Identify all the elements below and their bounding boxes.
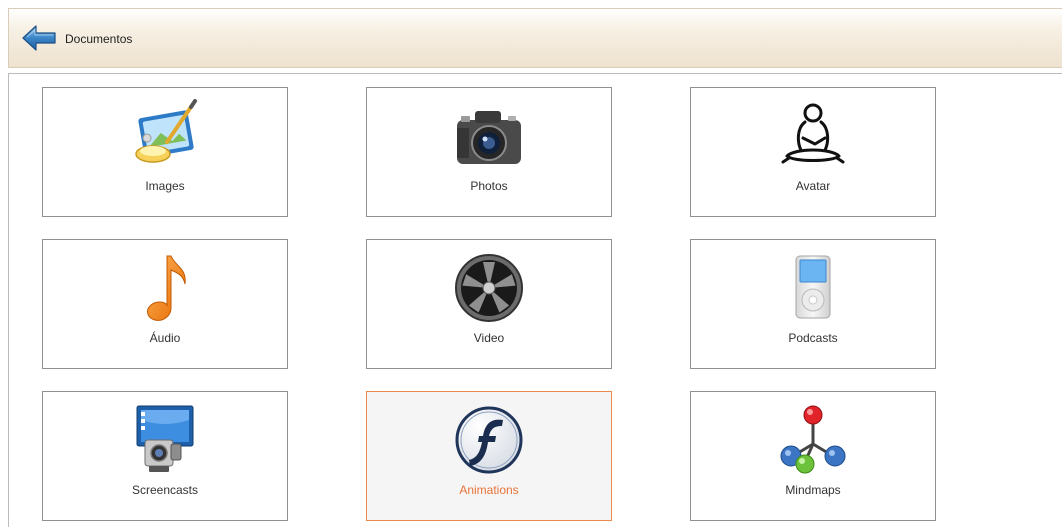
tile-label: Video (473, 331, 505, 345)
tile-avatar[interactable]: Avatar (690, 87, 936, 217)
tile-label: Áudio (149, 331, 181, 345)
back-button[interactable] (21, 24, 57, 52)
screencast-camera-icon (127, 402, 203, 478)
tile-label: Animations (459, 483, 519, 497)
tile-label: Avatar (795, 179, 831, 193)
film-reel-icon (451, 250, 527, 326)
tile-label: Images (145, 179, 185, 193)
tile-mindmaps[interactable]: Mindmaps (690, 391, 936, 521)
image-editor-icon (127, 98, 203, 174)
mindmap-icon (775, 402, 851, 478)
tile-animations[interactable]: Animations (366, 391, 612, 521)
tile-photos[interactable]: Photos (366, 87, 612, 217)
page-title: Documentos (65, 32, 133, 46)
tile-podcasts[interactable]: Podcasts (690, 239, 936, 369)
header-bar: Documentos (8, 8, 1062, 68)
tile-label: Photos (470, 179, 508, 193)
tile-label: Screencasts (131, 483, 199, 497)
ipod-icon (775, 250, 851, 326)
tile-video[interactable]: Video (366, 239, 612, 369)
tile-images[interactable]: Images (42, 87, 288, 217)
camera-icon (451, 98, 527, 174)
tile-label: Mindmaps (785, 483, 841, 497)
back-arrow-icon[interactable] (21, 24, 57, 52)
tile-label: Podcasts (788, 331, 838, 345)
page: Documentos Images Photos Avatar Áudio Vi… (0, 0, 1062, 527)
tile-audio[interactable]: Áudio (42, 239, 288, 369)
music-note-icon (127, 250, 203, 326)
avatar-icon (775, 98, 851, 174)
tile-screencasts[interactable]: Screencasts (42, 391, 288, 521)
document-grid: Images Photos Avatar Áudio Video Podcast… (8, 73, 1062, 527)
flash-icon (451, 402, 527, 478)
